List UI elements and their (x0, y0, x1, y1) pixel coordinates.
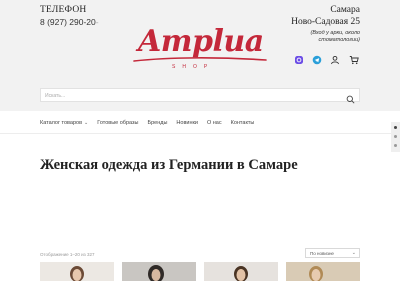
side-dot[interactable] (394, 135, 397, 138)
cart-icon[interactable] (349, 52, 359, 65)
phone-title: ТЕЛЕФОН (40, 5, 87, 15)
product-image (148, 265, 164, 281)
results-count: Отображение 1–20 из 327 (40, 252, 95, 257)
nav-item-label: Каталог товаров (40, 120, 82, 126)
sort-select[interactable]: По новизне ⌄ (305, 248, 360, 258)
site-logo[interactable]: Amplua SHOP (130, 22, 270, 74)
nav-item-outfits[interactable]: Готовые образы (97, 120, 138, 126)
logo-shop-label: SHOP (172, 64, 215, 70)
nav-item-about[interactable]: О нас (207, 120, 222, 126)
nav-item-brands[interactable]: Бренды (147, 120, 167, 126)
phone-main: 8 (927) (40, 17, 67, 27)
search-icon[interactable] (346, 91, 355, 104)
product-card[interactable] (122, 262, 196, 281)
user-icon[interactable] (330, 52, 340, 65)
logo-swash (133, 57, 267, 62)
search-bar (40, 88, 360, 104)
side-pagination (391, 122, 400, 152)
chevron-down-icon: ⌄ (351, 250, 356, 256)
search-input[interactable] (45, 91, 335, 100)
phone-tail: 290-20 (66, 17, 96, 27)
logo-wordmark: Amplua (138, 24, 264, 59)
address-entrance-note: (Вход у арки, около стоматологии) (310, 30, 361, 43)
nav-item-new[interactable]: Новинки (176, 120, 198, 126)
nav-item-catalog[interactable]: Каталог товаров ⌄ (40, 120, 88, 126)
product-image (234, 266, 248, 281)
site-header: ТЕЛЕФОН 8 (927) 290-20- Amplua SHOP Сама… (0, 0, 400, 111)
phone-tail-faded: - (95, 17, 99, 27)
product-card[interactable] (204, 262, 278, 281)
address-street: Ново-Садовая 25 (291, 17, 360, 27)
product-image (70, 266, 84, 281)
instagram-icon[interactable] (294, 52, 304, 64)
product-card[interactable] (40, 262, 114, 281)
side-dot[interactable] (394, 126, 397, 129)
nav-item-contacts[interactable]: Контакты (231, 120, 255, 126)
sort-select-value: По новизне (310, 251, 334, 256)
chevron-down-icon: ⌄ (84, 120, 89, 126)
phone-number[interactable]: 8 (927) 290-20- (40, 17, 99, 27)
side-dot[interactable] (394, 144, 397, 147)
header-icons (294, 52, 360, 65)
page-title: Женская одежда из Германии в Самаре (40, 157, 298, 173)
address-city: Самара (330, 5, 360, 15)
main-nav: Каталог товаров ⌄ Готовые образы Бренды Н… (40, 117, 254, 129)
product-image (309, 266, 323, 281)
nav-divider (0, 133, 400, 134)
product-card[interactable] (286, 262, 360, 281)
telegram-icon[interactable] (312, 52, 322, 65)
